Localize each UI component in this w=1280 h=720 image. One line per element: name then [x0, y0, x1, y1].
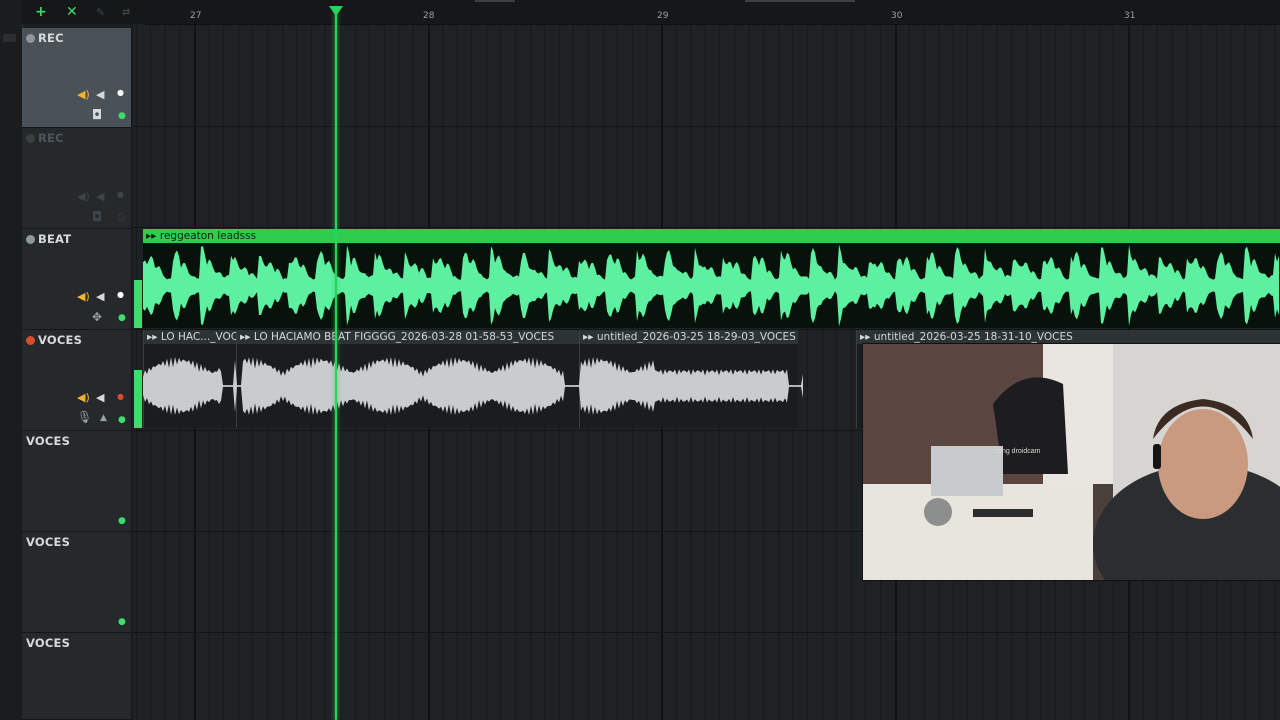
- webcam-overlay-text: using droidcam: [993, 448, 1041, 455]
- track-header-voces[interactable]: VOCES: [22, 633, 132, 720]
- playlist-toolbar: + ✕ ✎ ⇄: [22, 0, 145, 24]
- lane-divider: [133, 632, 1280, 633]
- track-header-rec[interactable]: REC ◀) ◀ ● ◘ ●: [22, 28, 132, 128]
- webcam-overlay: using droidcam: [862, 343, 1280, 581]
- close-icon[interactable]: ✕: [66, 4, 78, 20]
- pencil-icon[interactable]: ✎: [96, 6, 105, 19]
- status-led-icon: ●: [118, 415, 126, 425]
- arrow-up-icon[interactable]: ▲: [100, 413, 107, 423]
- level-meter: [134, 370, 142, 428]
- clip-title: ▸▸ LO HAC..._VOCES: [144, 330, 236, 344]
- lane-divider: [133, 227, 1280, 228]
- grid-line: [836, 24, 837, 720]
- track-name: VOCES: [26, 636, 71, 650]
- bar-number: 27: [190, 11, 202, 21]
- playhead[interactable]: [335, 8, 337, 720]
- lane-divider: [133, 126, 1280, 127]
- bar-number: 29: [657, 11, 669, 21]
- track-header-voces-armed[interactable]: VOCES ◀) ◀ ● 🎙 ▲ ●: [22, 330, 132, 431]
- bar-number: 31: [1124, 11, 1136, 21]
- bar-number: 30: [891, 11, 903, 21]
- track-name: REC: [26, 131, 64, 145]
- left-scroll-edge: [0, 0, 23, 720]
- mute-icon[interactable]: ◀: [96, 88, 104, 101]
- speaker-icon[interactable]: ◀): [77, 391, 90, 404]
- mute-icon[interactable]: ◀: [96, 391, 104, 404]
- grid-line: [822, 24, 823, 720]
- track-header-voces[interactable]: VOCES ●: [22, 532, 132, 633]
- record-arm-icon[interactable]: [26, 235, 35, 244]
- grid-line: [807, 24, 808, 720]
- grid-line: [851, 24, 852, 720]
- beat-waveform: [143, 244, 1279, 327]
- track-name: VOCES: [26, 333, 82, 347]
- microphone-icon[interactable]: 🎙: [77, 410, 92, 424]
- record-arm-icon[interactable]: [26, 134, 35, 143]
- status-led-icon: ●: [118, 111, 126, 121]
- track-header-voces[interactable]: VOCES ●: [22, 431, 132, 532]
- track-name: BEAT: [26, 232, 71, 246]
- input-icon[interactable]: ◘: [92, 108, 102, 123]
- bar-number: 28: [423, 11, 435, 21]
- clip-title: ▸▸ untitled_2026-03-25 18-29-03_VOCES: [580, 330, 798, 344]
- input-icon[interactable]: ◘: [92, 210, 102, 225]
- solo-dot-icon[interactable]: ●: [117, 88, 124, 97]
- track-name: REC: [26, 31, 64, 45]
- solo-dot-icon[interactable]: ●: [117, 190, 124, 199]
- speaker-icon[interactable]: ◀): [77, 190, 90, 203]
- track-header-rec-disabled[interactable]: REC ◀) ◀ ● ◘ ○: [22, 128, 132, 229]
- clip-title: ▸▸ LO HACIAMO BEAT FIGGGG_2026-03-28 01-…: [237, 330, 579, 344]
- track-header-beat[interactable]: BEAT ◀) ◀ ● ✥ ●: [22, 229, 132, 330]
- playhead-marker-icon[interactable]: [329, 6, 343, 16]
- record-arm-icon[interactable]: [26, 34, 35, 43]
- loop-marker: [475, 0, 515, 2]
- status-led-icon: ●: [118, 313, 126, 323]
- stereo-icon[interactable]: ✥: [92, 310, 102, 324]
- speaker-icon[interactable]: ◀): [77, 88, 90, 101]
- track-name: VOCES: [26, 535, 71, 549]
- collapse-handle[interactable]: [3, 34, 16, 42]
- timeline-ruler[interactable]: 27 28 29 30 31: [145, 0, 1280, 25]
- clip-title: ▸▸ reggeaton leadsss: [143, 229, 1280, 243]
- record-dot-icon[interactable]: ●: [117, 392, 124, 401]
- status-led-icon: ●: [118, 617, 126, 627]
- mute-icon[interactable]: ◀: [96, 190, 104, 203]
- webcam-image: [863, 344, 1280, 580]
- status-led-icon: ○: [117, 212, 126, 223]
- solo-dot-icon[interactable]: ●: [117, 290, 124, 299]
- speaker-icon[interactable]: ◀): [77, 290, 90, 303]
- clip-title: ▸▸ untitled_2026-03-25 18-31-10_VOCES: [857, 330, 1280, 344]
- mute-icon[interactable]: ◀: [96, 290, 104, 303]
- record-arm-icon[interactable]: [26, 336, 35, 345]
- status-led-icon: ●: [118, 516, 126, 526]
- arrows-icon[interactable]: ⇄: [122, 7, 130, 18]
- track-name: VOCES: [26, 434, 71, 448]
- loop-marker: [745, 0, 855, 2]
- audio-clip-beat[interactable]: ▸▸ reggeaton leadsss: [143, 229, 1280, 328]
- plus-icon[interactable]: +: [35, 4, 47, 20]
- level-meter: [134, 280, 142, 328]
- voces-waveform: [143, 356, 803, 416]
